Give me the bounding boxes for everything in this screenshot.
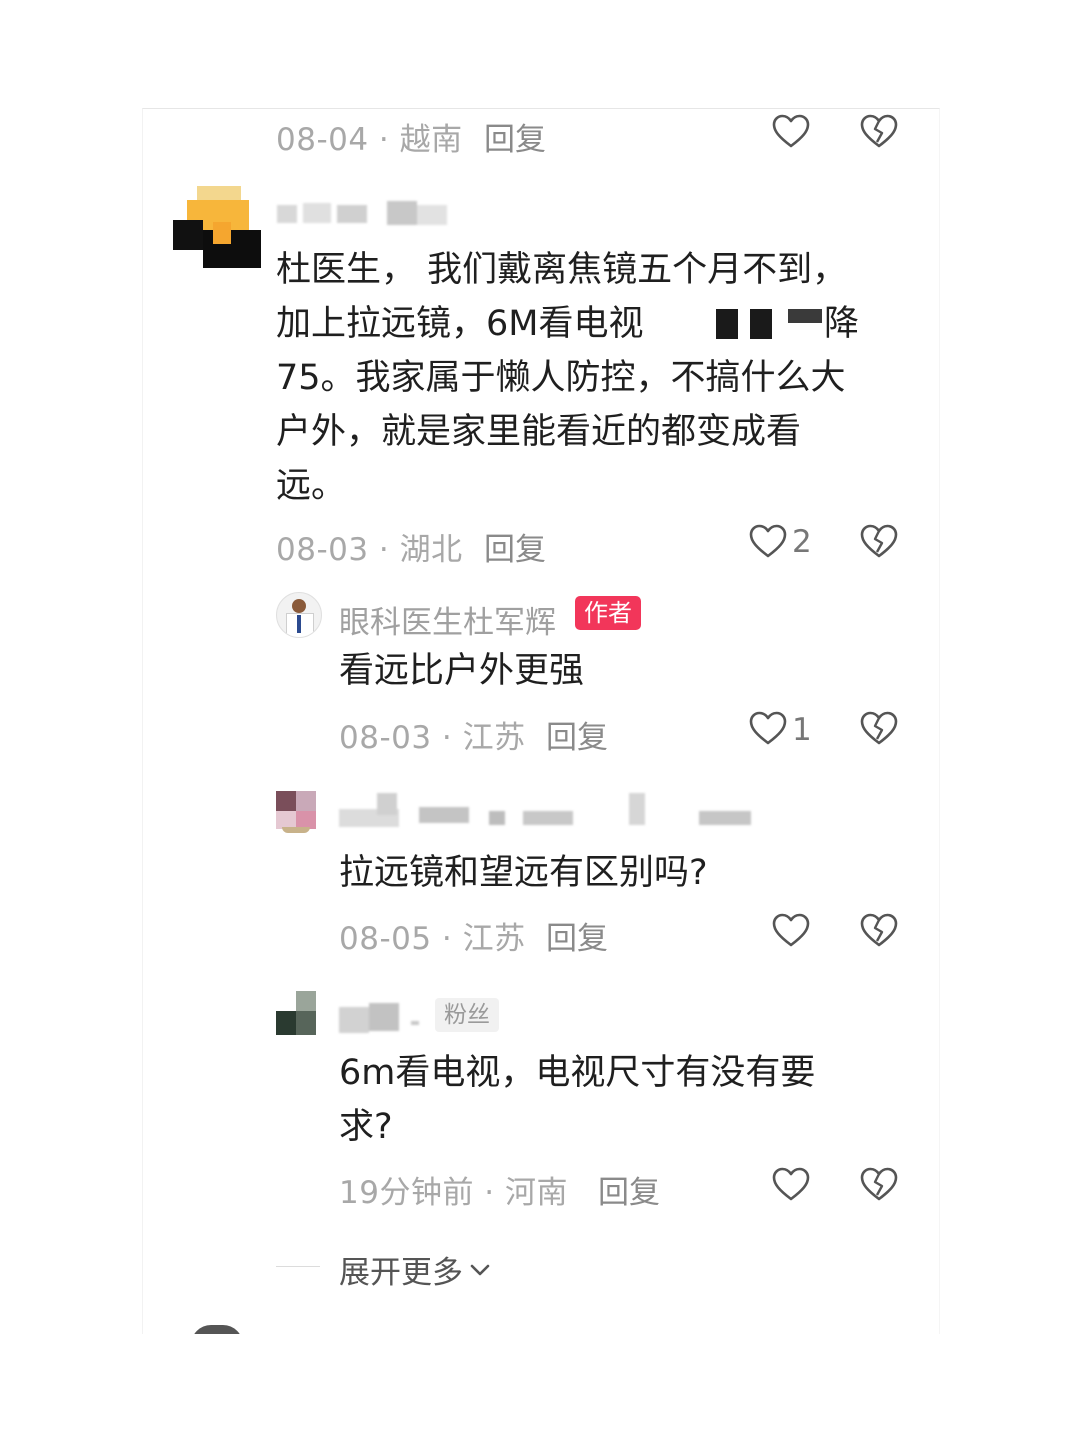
expand-more-button[interactable]: 展开更多 xyxy=(339,1247,493,1292)
avatar[interactable] xyxy=(276,791,316,833)
username-redacted xyxy=(339,1001,429,1035)
avatar[interactable] xyxy=(191,1325,243,1334)
reply-body: 6m看电视，电视尺寸有没有要 求? xyxy=(339,1046,899,1154)
comment-line: 户外，就是家里能看近的都变成看 xyxy=(276,412,802,452)
redaction-block xyxy=(750,309,772,339)
comment-line: 杜医生， 我们戴离焦镜五个月不到， xyxy=(276,250,848,290)
fan-badge: 粉丝 xyxy=(435,998,499,1032)
broken-heart-icon[interactable] xyxy=(859,911,899,951)
reply-meta: 19分钟前 · 河南 xyxy=(339,1175,569,1211)
comment-line-end: 降 xyxy=(824,304,860,344)
like-count: 1 xyxy=(792,712,812,748)
reply-body: 看远比户外更强 xyxy=(339,651,585,691)
expand-divider xyxy=(276,1266,320,1267)
redaction-block xyxy=(788,309,822,323)
comment-meta: 08-04 · 越南 xyxy=(276,122,463,158)
broken-heart-icon[interactable] xyxy=(859,709,899,749)
comment-body: 杜医生， 我们戴离焦镜五个月不到， 加上拉远镜，6M看电视 降 75。我家属于懒… xyxy=(276,243,916,513)
broken-heart-icon[interactable] xyxy=(859,1165,899,1205)
like-count: 2 xyxy=(792,524,812,560)
reply-line: 求? xyxy=(339,1107,393,1147)
author-badge: 作者 xyxy=(575,596,641,630)
comment-line: 加上拉远镜，6M看电视 xyxy=(276,304,644,344)
heart-outline-icon[interactable] xyxy=(771,112,811,152)
username-redacted xyxy=(339,793,759,829)
reply-button[interactable]: 回复 xyxy=(484,524,546,569)
redaction-block xyxy=(716,309,738,339)
expand-more-label: 展开更多 xyxy=(339,1255,463,1291)
reply-meta: 08-05 · 江苏 xyxy=(339,921,526,957)
reply-author[interactable]: 眼科医生杜军辉 xyxy=(339,597,556,642)
avatar[interactable] xyxy=(173,186,261,268)
comment-line: 远。 xyxy=(276,466,347,506)
avatar[interactable] xyxy=(276,592,322,638)
comment-meta: 08-03 · 湖北 xyxy=(276,532,463,568)
reply-body: 拉远镜和望远有区别吗? xyxy=(339,853,708,893)
reply-button[interactable]: 回复 xyxy=(598,1167,660,1212)
chevron-down-icon xyxy=(467,1257,493,1283)
avatar[interactable] xyxy=(276,991,316,1037)
comment-line: 75。我家属于懒人防控，不搞什么大 xyxy=(276,358,846,398)
comment-panel: 08-04 · 越南 回复 杜医生， 我们戴离焦镜五个月不到， 加上拉远镜，6M… xyxy=(142,108,940,1334)
heart-outline-icon[interactable] xyxy=(771,1165,811,1205)
reply-button[interactable]: 回复 xyxy=(546,913,608,958)
heart-outline-icon[interactable] xyxy=(748,522,788,562)
broken-heart-icon[interactable] xyxy=(859,112,899,152)
reply-button[interactable]: 回复 xyxy=(484,114,546,159)
heart-outline-icon[interactable] xyxy=(748,709,788,749)
username-redacted xyxy=(277,201,457,225)
reply-line: 6m看电视，电视尺寸有没有要 xyxy=(339,1053,816,1093)
reply-meta: 08-03 · 江苏 xyxy=(339,720,526,756)
heart-outline-icon[interactable] xyxy=(771,911,811,951)
broken-heart-icon[interactable] xyxy=(859,522,899,562)
reply-button[interactable]: 回复 xyxy=(546,712,608,757)
